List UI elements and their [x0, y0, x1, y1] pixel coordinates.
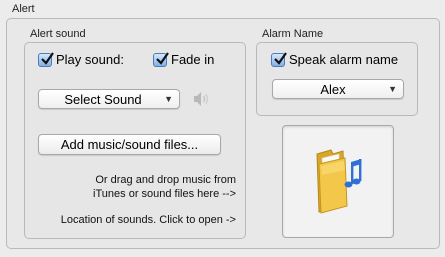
alert-group-title: Alert — [12, 3, 35, 15]
fade-in-label: Fade in — [171, 52, 215, 67]
play-sound-label: Play sound: — [56, 52, 124, 67]
chevron-down-icon: ▼ — [388, 84, 397, 94]
drag-drop-hint-line-1: Or drag and drop music from — [95, 174, 236, 186]
chevron-down-icon: ▼ — [164, 94, 173, 104]
add-sound-files-button[interactable]: Add music/sound files... — [38, 134, 221, 155]
voice-popup[interactable]: Alex ▼ — [272, 79, 404, 99]
checkmark-icon — [38, 51, 54, 67]
music-folder-icon — [313, 148, 365, 217]
checkmark-icon — [153, 51, 169, 67]
select-sound-popup[interactable]: Select Sound ▼ — [38, 89, 180, 109]
location-of-sounds-hint: Location of sounds. Click to open -> — [60, 214, 236, 226]
select-sound-value: Select Sound — [64, 91, 142, 107]
add-sound-files-label: Add music/sound files... — [60, 137, 199, 152]
checkmark-icon — [271, 51, 287, 67]
drag-drop-hint-line-2: iTunes or sound files here --> — [93, 188, 236, 200]
alarm-name-group-title: Alarm Name — [262, 28, 324, 40]
alert-sound-group-title: Alert sound — [30, 28, 86, 40]
fade-in-checkbox[interactable]: Fade in — [153, 51, 215, 67]
play-sound-checkbox[interactable]: Play sound: — [38, 51, 124, 67]
drag-drop-hint: Or drag and drop music from iTunes or so… — [40, 173, 236, 201]
sounds-folder-well[interactable] — [282, 125, 394, 238]
voice-value: Alex — [320, 81, 346, 97]
speaker-icon[interactable] — [193, 91, 211, 110]
speak-alarm-name-checkbox[interactable]: Speak alarm name — [271, 51, 399, 67]
speak-alarm-name-label: Speak alarm name — [289, 52, 399, 67]
